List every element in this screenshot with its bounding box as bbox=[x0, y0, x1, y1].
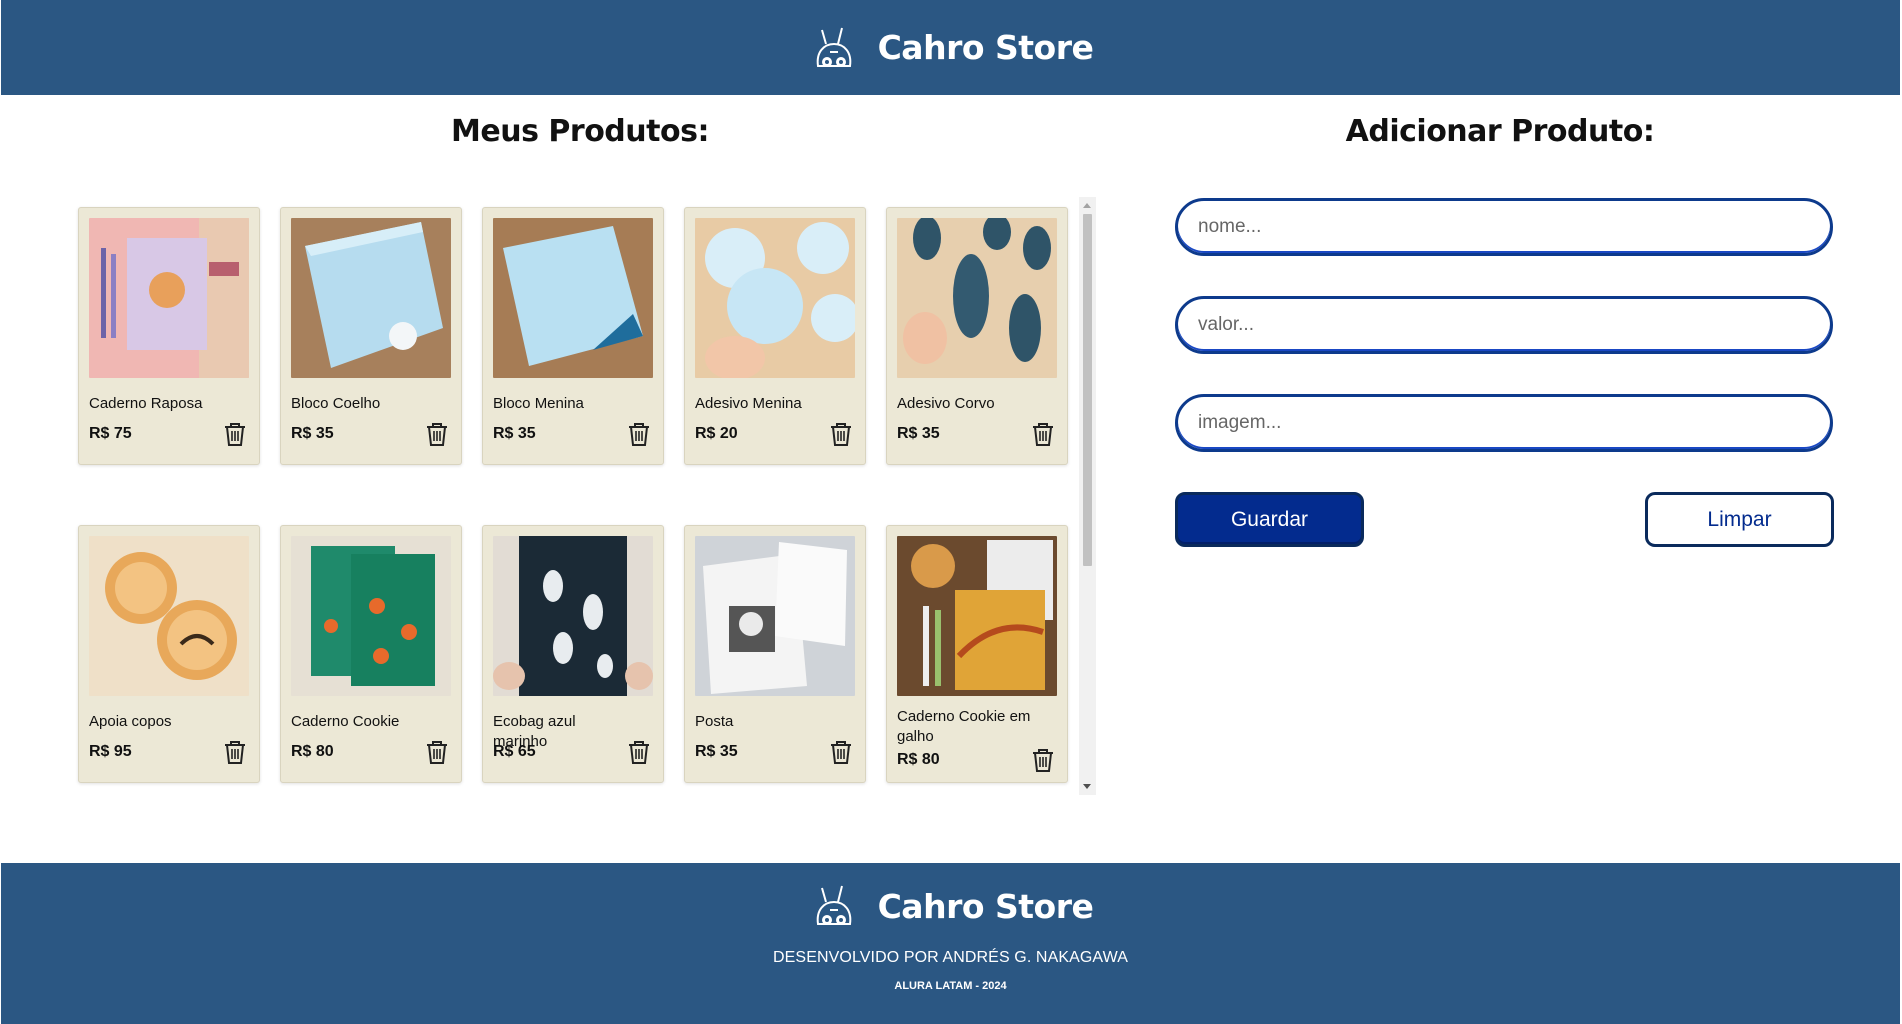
product-card: Caderno Cookie R$ 80 bbox=[280, 525, 462, 783]
product-image bbox=[291, 218, 451, 378]
scroll-up-arrow-icon[interactable] bbox=[1083, 203, 1091, 208]
trash-icon[interactable] bbox=[423, 420, 451, 448]
product-image bbox=[493, 218, 653, 378]
product-name: Adesivo Corvo bbox=[897, 395, 995, 412]
product-price: R$ 80 bbox=[897, 751, 940, 768]
product-image bbox=[493, 536, 653, 696]
product-image bbox=[695, 536, 855, 696]
product-card: Caderno Raposa R$ 75 bbox=[78, 207, 260, 465]
bunny-logo-icon bbox=[816, 885, 851, 925]
product-name: Caderno Raposa bbox=[89, 395, 203, 412]
scrollbar-thumb[interactable] bbox=[1083, 214, 1092, 566]
product-image bbox=[89, 536, 249, 696]
product-card: Posta R$ 35 bbox=[684, 525, 866, 783]
trash-icon[interactable] bbox=[1029, 746, 1057, 774]
trash-icon[interactable] bbox=[625, 420, 653, 448]
footer-title: Cahro Store bbox=[877, 886, 1094, 926]
product-name: Bloco Coelho bbox=[291, 395, 381, 412]
product-price: R$ 95 bbox=[89, 743, 132, 760]
product-card: Bloco Coelho R$ 35 bbox=[280, 207, 462, 465]
product-image bbox=[89, 218, 249, 378]
product-card: Adesivo Menina R$ 20 bbox=[684, 207, 866, 465]
product-price: R$ 35 bbox=[493, 425, 536, 442]
trash-icon[interactable] bbox=[625, 738, 653, 766]
product-image bbox=[897, 536, 1057, 696]
product-card: Apoia copos R$ 95 bbox=[78, 525, 260, 783]
product-price: R$ 75 bbox=[89, 425, 132, 442]
trash-icon[interactable] bbox=[221, 738, 249, 766]
image-url-input[interactable] bbox=[1175, 394, 1833, 452]
bunny-logo-icon bbox=[816, 27, 851, 67]
product-image bbox=[695, 218, 855, 378]
trash-icon[interactable] bbox=[221, 420, 249, 448]
product-price: R$ 35 bbox=[695, 743, 738, 760]
product-name: Apoia copos bbox=[89, 713, 172, 730]
product-price: R$ 65 bbox=[493, 743, 536, 760]
product-price: R$ 20 bbox=[695, 425, 738, 442]
header-title: Cahro Store bbox=[877, 28, 1094, 67]
scroll-down-arrow-icon[interactable] bbox=[1083, 784, 1091, 789]
product-card: Adesivo Corvo R$ 35 bbox=[886, 207, 1068, 465]
product-image bbox=[897, 218, 1057, 378]
product-list-scrollbar[interactable] bbox=[1079, 197, 1096, 795]
trash-icon[interactable] bbox=[827, 738, 855, 766]
header-brand[interactable]: Cahro Store bbox=[808, 22, 1094, 74]
footer-copyright: ALURA LATAM - 2024 bbox=[894, 980, 1007, 992]
footer-brand[interactable]: Cahro Store bbox=[1, 880, 1900, 932]
trash-icon[interactable] bbox=[1029, 420, 1057, 448]
products-title: Meus Produtos: bbox=[451, 114, 709, 149]
product-card: Bloco Menina R$ 35 bbox=[482, 207, 664, 465]
product-list[interactable]: Caderno Raposa R$ 75 Bloco Coelho R$ 35 bbox=[70, 197, 1097, 795]
product-card: Ecobag azul marinho R$ 65 bbox=[482, 525, 664, 783]
clear-button[interactable]: Limpar bbox=[1645, 492, 1834, 547]
product-price: R$ 35 bbox=[897, 425, 940, 442]
name-input[interactable] bbox=[1175, 198, 1833, 256]
add-product-title: Adicionar Produto: bbox=[1345, 114, 1655, 149]
product-card: Caderno Cookie em galho R$ 80 bbox=[886, 525, 1068, 783]
site-footer: Cahro Store DESENVOLVIDO POR ANDRÉS G. N… bbox=[1, 863, 1900, 1024]
site-header: Cahro Store bbox=[1, 0, 1900, 95]
product-image bbox=[291, 536, 451, 696]
trash-icon[interactable] bbox=[423, 738, 451, 766]
price-input[interactable] bbox=[1175, 296, 1833, 354]
save-button[interactable]: Guardar bbox=[1175, 492, 1364, 547]
product-price: R$ 35 bbox=[291, 425, 334, 442]
product-name: Adesivo Menina bbox=[695, 395, 802, 412]
product-price: R$ 80 bbox=[291, 743, 334, 760]
product-name: Caderno Cookie bbox=[291, 713, 400, 730]
trash-icon[interactable] bbox=[827, 420, 855, 448]
product-name: Caderno Cookie em galho bbox=[897, 708, 1031, 745]
product-name: Bloco Menina bbox=[493, 395, 584, 412]
footer-developer-credit: DESENVOLVIDO POR ANDRÉS G. NAKAGAWA bbox=[773, 949, 1128, 966]
product-name: Posta bbox=[695, 713, 734, 730]
